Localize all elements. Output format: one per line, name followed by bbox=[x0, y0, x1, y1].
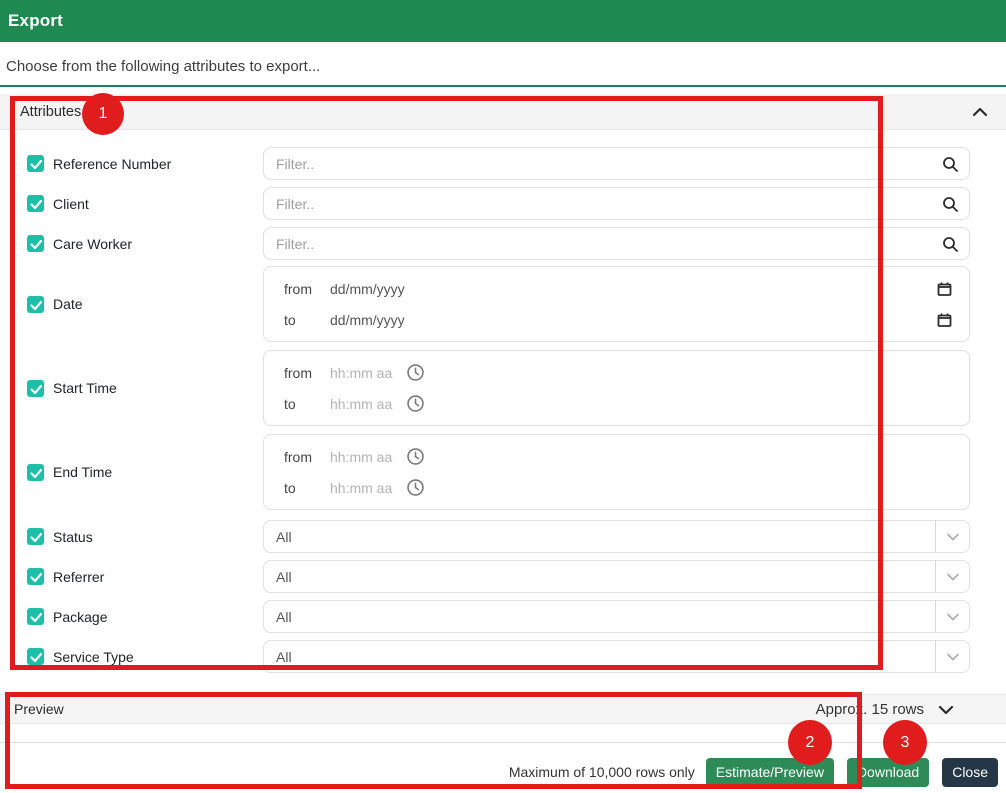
attribute-row-status: Status All bbox=[0, 520, 970, 553]
chevron-down-icon[interactable] bbox=[935, 601, 969, 632]
dialog-subtitle: Choose from the following attributes to … bbox=[6, 58, 320, 75]
service-type-select[interactable]: All bbox=[263, 640, 970, 673]
preview-title: Preview bbox=[14, 701, 64, 717]
calendar-icon[interactable] bbox=[937, 281, 952, 296]
attribute-row-referrer: Referrer All bbox=[0, 560, 970, 593]
clock-icon[interactable] bbox=[407, 364, 424, 381]
attribute-label: Start Time bbox=[53, 380, 117, 396]
estimate-preview-button[interactable]: Estimate/Preview bbox=[706, 758, 834, 787]
time-to-row[interactable]: to hh:mm aa bbox=[264, 472, 969, 503]
time-to-row[interactable]: to hh:mm aa bbox=[264, 388, 969, 419]
attribute-label: Service Type bbox=[53, 649, 134, 665]
dialog-header: Export bbox=[0, 0, 1006, 42]
chevron-down-icon[interactable] bbox=[935, 521, 969, 552]
time-range-box: from hh:mm aa to hh:mm aa bbox=[263, 434, 970, 510]
attribute-row-reference-number: Reference Number bbox=[0, 147, 970, 180]
checkbox-client[interactable] bbox=[27, 195, 44, 212]
attribute-row-service-type: Service Type All bbox=[0, 640, 970, 673]
select-value: All bbox=[276, 569, 292, 585]
attribute-row-end-time: End Time from hh:mm aa to hh:mm aa bbox=[0, 434, 970, 510]
to-label: to bbox=[284, 480, 330, 496]
attribute-label: Reference Number bbox=[53, 156, 171, 172]
time-from-input[interactable]: hh:mm aa bbox=[330, 365, 392, 381]
attribute-row-client: Client bbox=[0, 187, 970, 220]
date-to-input[interactable]: dd/mm/yyyy bbox=[330, 312, 405, 328]
dialog-footer: Maximum of 10,000 rows only Estimate/Pre… bbox=[509, 757, 998, 787]
time-range-box: from hh:mm aa to hh:mm aa bbox=[263, 350, 970, 426]
from-label: from bbox=[284, 281, 330, 297]
attribute-label: Client bbox=[53, 196, 89, 212]
referrer-select[interactable]: All bbox=[263, 560, 970, 593]
attributes-title: Attributes bbox=[20, 104, 81, 120]
date-from-row[interactable]: from dd/mm/yyyy bbox=[264, 273, 969, 304]
time-from-row[interactable]: from hh:mm aa bbox=[264, 441, 969, 472]
export-dialog: Export Choose from the following attribu… bbox=[0, 0, 1006, 793]
chevron-down-icon[interactable] bbox=[935, 561, 969, 592]
to-label: to bbox=[284, 312, 330, 328]
from-label: from bbox=[284, 365, 330, 381]
checkbox-end-time[interactable] bbox=[27, 464, 44, 481]
download-button[interactable]: Download bbox=[847, 758, 929, 787]
attribute-row-start-time: Start Time from hh:mm aa to hh:mm aa bbox=[0, 350, 970, 426]
attributes-section-header[interactable]: Attributes bbox=[0, 94, 1006, 130]
attribute-label: End Time bbox=[53, 464, 112, 480]
checkbox-care-worker[interactable] bbox=[27, 235, 44, 252]
date-range-box: from dd/mm/yyyy to dd/mm/yyyy bbox=[263, 266, 970, 342]
attribute-row-package: Package All bbox=[0, 600, 970, 633]
checkbox-referrer[interactable] bbox=[27, 568, 44, 585]
status-select[interactable]: All bbox=[263, 520, 970, 553]
checkbox-package[interactable] bbox=[27, 608, 44, 625]
package-select[interactable]: All bbox=[263, 600, 970, 633]
clock-icon[interactable] bbox=[407, 448, 424, 465]
clock-icon[interactable] bbox=[407, 479, 424, 496]
checkbox-status[interactable] bbox=[27, 528, 44, 545]
date-from-input[interactable]: dd/mm/yyyy bbox=[330, 281, 405, 297]
chevron-down-icon[interactable] bbox=[938, 703, 954, 716]
filter-input-client[interactable] bbox=[263, 187, 970, 220]
time-from-row[interactable]: from hh:mm aa bbox=[264, 357, 969, 388]
row-estimate: Approx. 15 rows bbox=[816, 701, 924, 718]
time-to-input[interactable]: hh:mm aa bbox=[330, 480, 392, 496]
footer-divider bbox=[0, 742, 1006, 743]
attribute-label: Care Worker bbox=[53, 236, 132, 252]
attribute-label: Date bbox=[53, 296, 83, 312]
to-label: to bbox=[284, 396, 330, 412]
attributes-body: Reference Number Client Care Worker bbox=[0, 130, 1006, 680]
checkbox-reference-number[interactable] bbox=[27, 155, 44, 172]
select-value: All bbox=[276, 649, 292, 665]
attribute-label: Referrer bbox=[53, 569, 104, 585]
from-label: from bbox=[284, 449, 330, 465]
select-value: All bbox=[276, 609, 292, 625]
time-from-input[interactable]: hh:mm aa bbox=[330, 449, 392, 465]
filter-input-reference-number[interactable] bbox=[263, 147, 970, 180]
select-value: All bbox=[276, 529, 292, 545]
date-to-row[interactable]: to dd/mm/yyyy bbox=[264, 304, 969, 335]
time-to-input[interactable]: hh:mm aa bbox=[330, 396, 392, 412]
attribute-label: Package bbox=[53, 609, 107, 625]
clock-icon[interactable] bbox=[407, 395, 424, 412]
checkbox-service-type[interactable] bbox=[27, 648, 44, 665]
search-icon[interactable] bbox=[942, 236, 958, 252]
search-icon[interactable] bbox=[942, 156, 958, 172]
calendar-icon[interactable] bbox=[937, 312, 952, 327]
dialog-title: Export bbox=[8, 11, 63, 31]
chevron-down-icon[interactable] bbox=[935, 641, 969, 672]
preview-section-header[interactable]: Preview Approx. 15 rows bbox=[0, 694, 1006, 724]
checkbox-start-time[interactable] bbox=[27, 380, 44, 397]
max-rows-note: Maximum of 10,000 rows only bbox=[509, 764, 695, 780]
divider bbox=[0, 85, 1006, 87]
attribute-row-date: Date from dd/mm/yyyy to dd/mm/yyyy bbox=[0, 266, 970, 342]
chevron-up-icon[interactable] bbox=[972, 106, 988, 118]
close-button[interactable]: Close bbox=[942, 758, 998, 787]
attribute-row-care-worker: Care Worker bbox=[0, 227, 970, 260]
attribute-label: Status bbox=[53, 529, 93, 545]
search-icon[interactable] bbox=[942, 196, 958, 212]
filter-input-care-worker[interactable] bbox=[263, 227, 970, 260]
checkbox-date[interactable] bbox=[27, 296, 44, 313]
